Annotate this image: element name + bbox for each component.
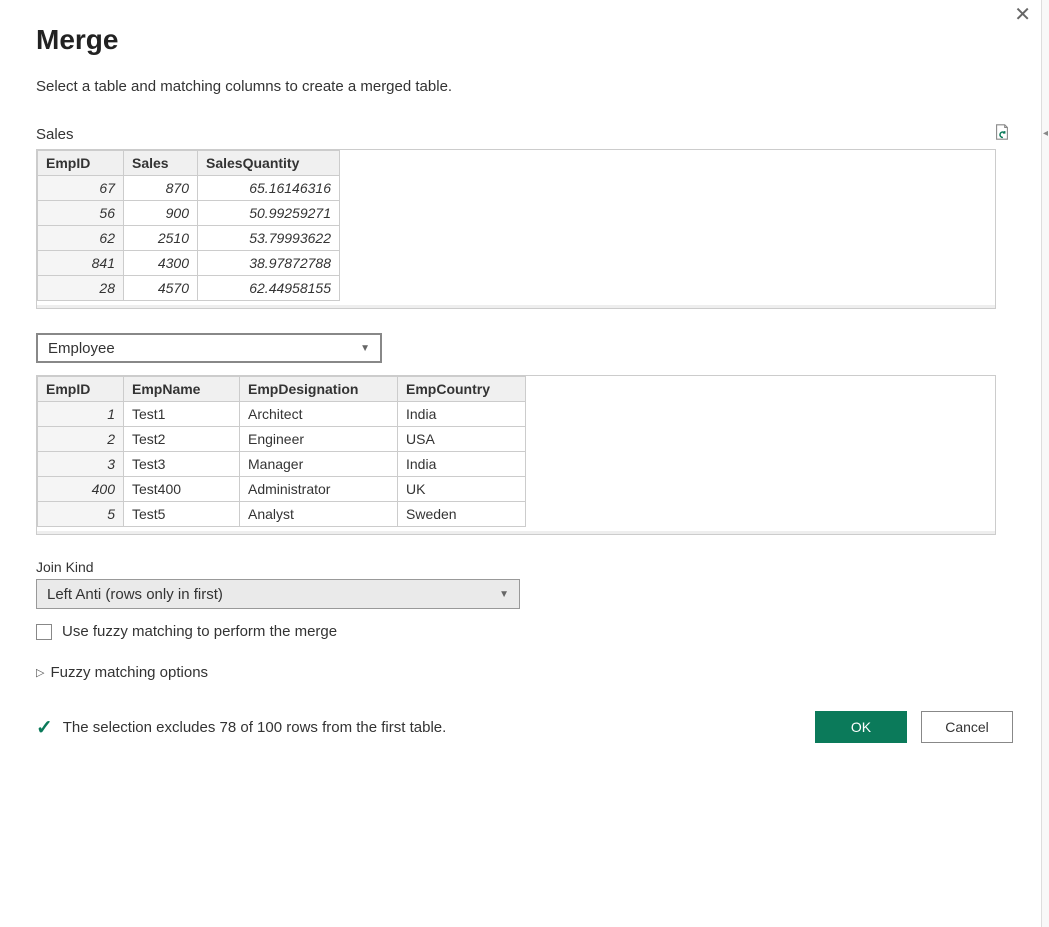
table-cell[interactable]: Test1 (124, 402, 240, 427)
table-cell[interactable]: 2510 (124, 226, 198, 251)
col-header[interactable]: EmpID (38, 377, 124, 402)
table-cell[interactable]: 67 (38, 176, 124, 201)
table-cell[interactable]: 900 (124, 201, 198, 226)
table-cell[interactable]: 4300 (124, 251, 198, 276)
status-row: ✓ The selection excludes 78 of 100 rows … (36, 715, 446, 740)
sales-table[interactable]: EmpID Sales SalesQuantity 6787065.161463… (37, 150, 340, 301)
dialog-title: Merge (36, 24, 1013, 56)
col-header[interactable]: EmpID (38, 151, 124, 176)
ok-button[interactable]: OK (815, 711, 907, 743)
table-cell[interactable]: Test3 (124, 452, 240, 477)
table-cell[interactable]: Analyst (240, 502, 398, 527)
fuzzy-options-expander[interactable]: ▷ Fuzzy matching options (36, 664, 1013, 681)
dropdown-value: Left Anti (rows only in first) (47, 586, 223, 603)
table-cell[interactable]: 38.97872788 (198, 251, 340, 276)
table-cell[interactable]: USA (398, 427, 526, 452)
table-cell[interactable]: 50.99259271 (198, 201, 340, 226)
table1-container: EmpID Sales SalesQuantity 6787065.161463… (36, 149, 996, 309)
dropdown-value: Employee (48, 340, 115, 357)
table-cell[interactable]: Engineer (240, 427, 398, 452)
employee-table[interactable]: EmpID EmpName EmpDesignation EmpCountry … (37, 376, 526, 527)
chevron-down-icon: ▼ (360, 343, 370, 354)
table-cell[interactable]: 5 (38, 502, 124, 527)
table-cell[interactable]: 3 (38, 452, 124, 477)
chevron-down-icon: ▼ (499, 589, 509, 600)
table-cell[interactable]: Test2 (124, 427, 240, 452)
table-cell[interactable]: Architect (240, 402, 398, 427)
table-header-row: EmpID EmpName EmpDesignation EmpCountry (38, 377, 526, 402)
table-row[interactable]: 62251053.79993622 (38, 226, 340, 251)
table-cell[interactable]: 1 (38, 402, 124, 427)
chevron-left-icon: ◂ (1043, 128, 1048, 139)
expander-label: Fuzzy matching options (50, 664, 208, 681)
table1-label: Sales (36, 126, 74, 143)
table-cell[interactable]: 400 (38, 477, 124, 502)
table-row[interactable]: 841430038.97872788 (38, 251, 340, 276)
table-cell[interactable]: 870 (124, 176, 198, 201)
table-cell[interactable]: 65.16146316 (198, 176, 340, 201)
col-header[interactable]: EmpDesignation (240, 377, 398, 402)
table-cell[interactable]: Manager (240, 452, 398, 477)
fuzzy-matching-checkbox[interactable] (36, 624, 52, 640)
table-cell[interactable]: Administrator (240, 477, 398, 502)
dialog-subtitle: Select a table and matching columns to c… (36, 78, 1013, 95)
fuzzy-checkbox-label: Use fuzzy matching to perform the merge (62, 623, 337, 640)
table-row[interactable]: 5690050.99259271 (38, 201, 340, 226)
table-cell[interactable]: 62.44958155 (198, 276, 340, 301)
table-cell[interactable]: 4570 (124, 276, 198, 301)
table-cell[interactable]: 56 (38, 201, 124, 226)
table-cell[interactable]: Test5 (124, 502, 240, 527)
table-cell[interactable]: Sweden (398, 502, 526, 527)
col-header[interactable]: EmpName (124, 377, 240, 402)
table-row[interactable]: 1Test1ArchitectIndia (38, 402, 526, 427)
col-header[interactable]: Sales (124, 151, 198, 176)
table-cell[interactable]: 53.79993622 (198, 226, 340, 251)
close-icon[interactable]: ✕ (1014, 2, 1031, 27)
join-kind-label: Join Kind (36, 559, 1013, 575)
table-row[interactable]: 6787065.16146316 (38, 176, 340, 201)
table-cell[interactable]: India (398, 452, 526, 477)
right-sidebar-collapsed[interactable]: ◂ (1041, 0, 1049, 927)
join-kind-dropdown[interactable]: Left Anti (rows only in first) ▼ (36, 579, 520, 609)
table-cell[interactable]: Test400 (124, 477, 240, 502)
table-row[interactable]: 5Test5AnalystSweden (38, 502, 526, 527)
col-header[interactable]: SalesQuantity (198, 151, 340, 176)
cancel-button[interactable]: Cancel (921, 711, 1013, 743)
table-cell[interactable]: 62 (38, 226, 124, 251)
merge-dialog: ✕ Merge Select a table and matching colu… (0, 0, 1049, 779)
table-header-row: EmpID Sales SalesQuantity (38, 151, 340, 176)
table-row[interactable]: 400Test400AdministratorUK (38, 477, 526, 502)
table-cell[interactable]: 841 (38, 251, 124, 276)
table-cell[interactable]: UK (398, 477, 526, 502)
status-text: The selection excludes 78 of 100 rows fr… (63, 719, 447, 736)
table-cell[interactable]: India (398, 402, 526, 427)
table-cell[interactable]: 2 (38, 427, 124, 452)
table-row[interactable]: 2Test2EngineerUSA (38, 427, 526, 452)
chevron-right-icon: ▷ (36, 666, 44, 679)
col-header[interactable]: EmpCountry (398, 377, 526, 402)
table-row[interactable]: 28457062.44958155 (38, 276, 340, 301)
refresh-icon[interactable] (993, 123, 1013, 143)
checkmark-icon: ✓ (36, 715, 53, 740)
table2-selector[interactable]: Employee ▼ (36, 333, 382, 363)
table-cell[interactable]: 28 (38, 276, 124, 301)
table-row[interactable]: 3Test3ManagerIndia (38, 452, 526, 477)
table2-container: EmpID EmpName EmpDesignation EmpCountry … (36, 375, 996, 535)
